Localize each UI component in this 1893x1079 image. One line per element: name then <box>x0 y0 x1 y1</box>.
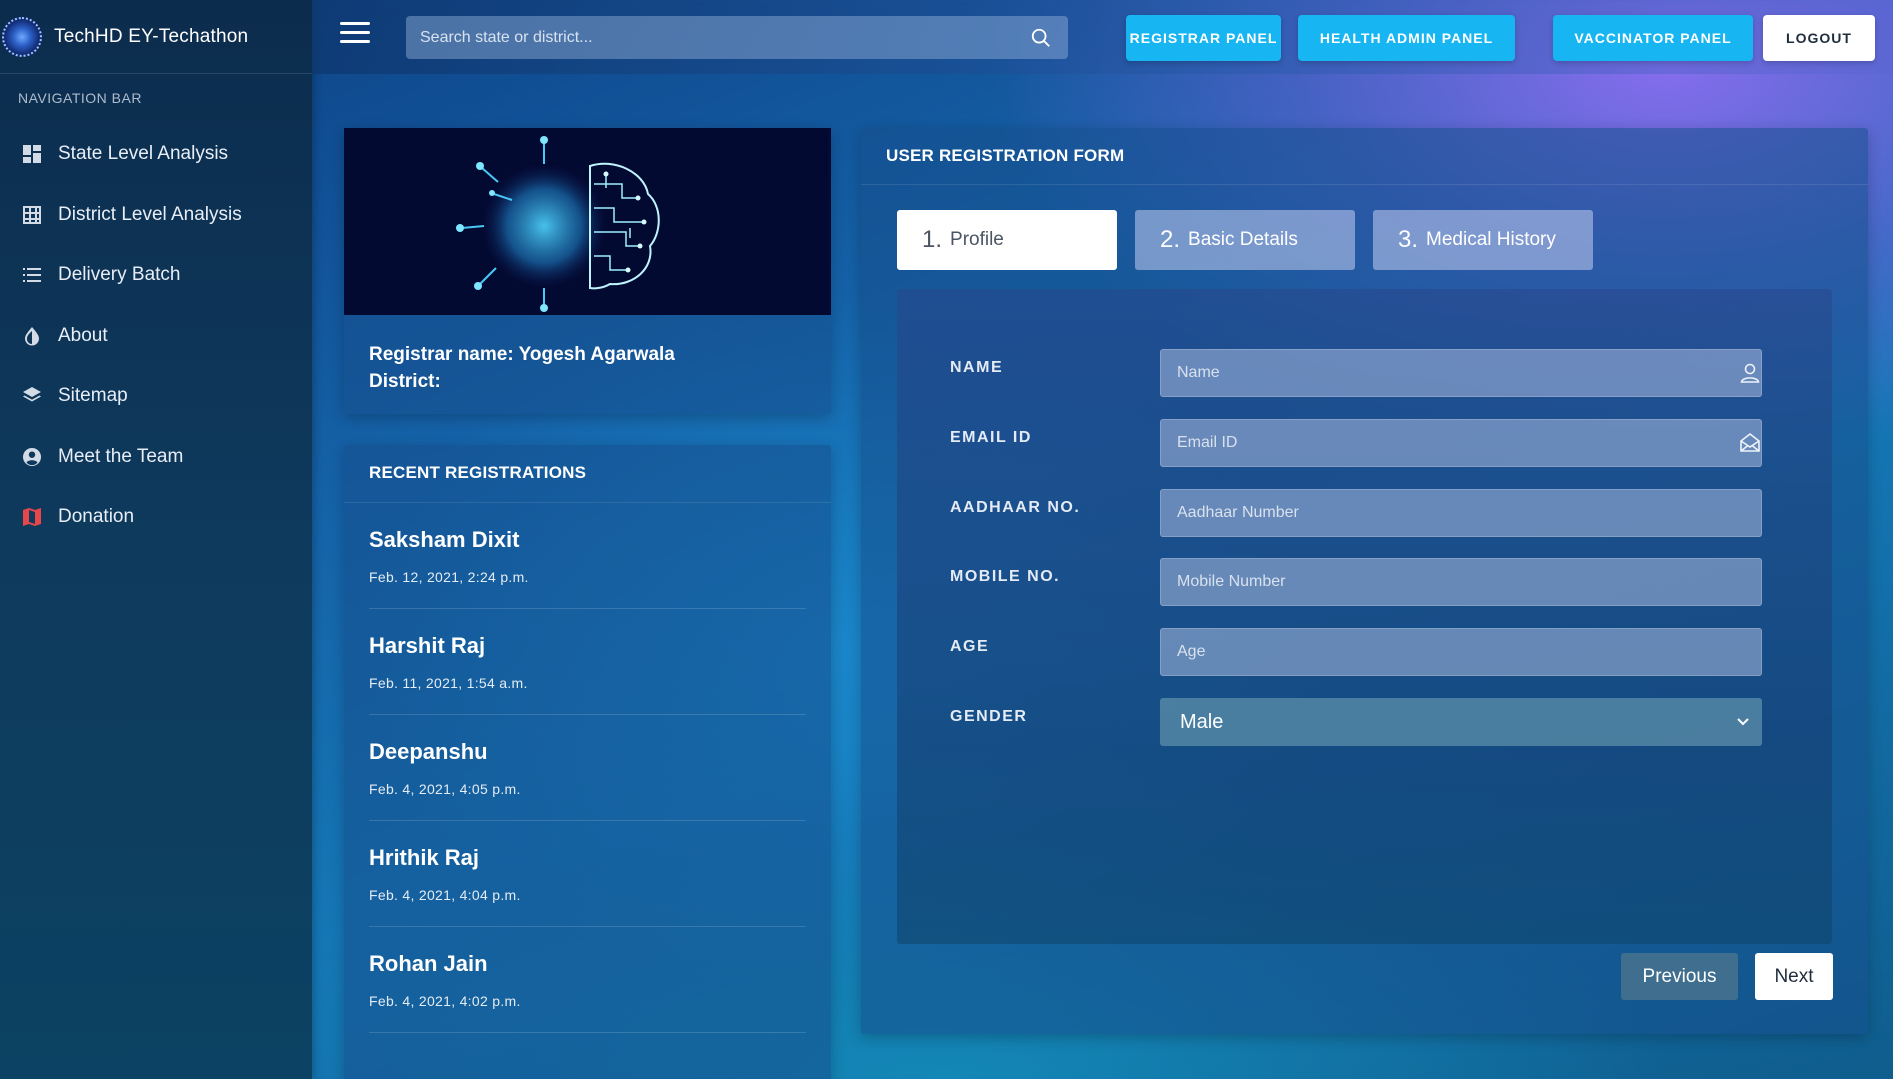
form-title: USER REGISTRATION FORM <box>861 128 1868 185</box>
brand-logo <box>2 16 42 57</box>
tab-number: 1. <box>922 226 943 253</box>
list-item[interactable]: Hrithik Raj Feb. 4, 2021, 4:04 p.m. <box>369 821 806 927</box>
app-title: TechHD EY-Techathon <box>54 25 249 47</box>
sidebar-item-label: About <box>58 324 108 346</box>
chevron-down-icon <box>1737 718 1749 726</box>
logout-button[interactable]: LOGOUT <box>1763 15 1875 61</box>
recent-registrations-card: RECENT REGISTRATIONS Saksham Dixit Feb. … <box>344 445 831 1079</box>
sidebar-item-label: Meet the Team <box>58 445 184 467</box>
list-item[interactable]: Saksham Dixit Feb. 12, 2021, 2:24 p.m. <box>369 503 806 609</box>
health-admin-panel-button[interactable]: HEALTH ADMIN PANEL <box>1298 15 1515 61</box>
recent-registrations-title: RECENT REGISTRATIONS <box>344 445 831 503</box>
registrant-name: Deepanshu <box>369 739 488 764</box>
age-label: AGE <box>950 638 990 655</box>
sidebar-item-state-level-analysis[interactable]: State Level Analysis <box>0 124 312 185</box>
aadhaar-field[interactable] <box>1160 489 1762 537</box>
next-button[interactable]: Next <box>1755 953 1833 1000</box>
registrant-name: Saksham Dixit <box>369 527 520 552</box>
search-input[interactable] <box>406 16 1068 59</box>
age-row: AGE <box>950 628 1780 676</box>
tab-label: Profile <box>950 229 1004 250</box>
sidebar-item-delivery-batch[interactable]: Delivery Batch <box>0 245 312 306</box>
table-icon <box>20 203 44 227</box>
sidebar-item-label: State Level Analysis <box>58 143 229 165</box>
vaccinator-panel-button[interactable]: VACCINATOR PANEL <box>1553 15 1753 61</box>
tab-basic-details[interactable]: 2. Basic Details <box>1135 210 1355 270</box>
mobile-field[interactable] <box>1160 558 1762 606</box>
search-icon[interactable] <box>1030 27 1052 49</box>
sidebar-item-district-level-analysis[interactable]: District Level Analysis <box>0 185 312 246</box>
previous-button[interactable]: Previous <box>1621 953 1738 1000</box>
nav-caption: NAVIGATION BAR <box>18 90 142 106</box>
covid-brain-illustration <box>344 128 831 315</box>
email-field[interactable] <box>1160 419 1762 467</box>
name-field[interactable] <box>1160 349 1762 397</box>
mobile-label: MOBILE NO. <box>950 568 1061 585</box>
gender-selected-value: Male <box>1180 710 1224 733</box>
menu-toggle-icon[interactable] <box>340 22 370 46</box>
registrant-name: Hrithik Raj <box>369 845 480 870</box>
sidebar-item-label: Donation <box>58 506 135 528</box>
profile-form-panel: NAME EMAIL ID AADHAAR NO. MOBILE NO. AGE… <box>897 289 1832 944</box>
sidebar-item-label: Sitemap <box>58 385 128 407</box>
registrar-name: Registrar name: Yogesh Agarwala <box>369 344 675 365</box>
registration-time: Feb. 12, 2021, 2:24 p.m. <box>369 569 529 585</box>
mobile-row: MOBILE NO. <box>950 558 1780 606</box>
tab-number: 2. <box>1160 226 1181 253</box>
tab-label: Basic Details <box>1188 229 1298 250</box>
name-row: NAME <box>950 349 1780 397</box>
sidebar-item-label: District Level Analysis <box>58 203 242 225</box>
registration-time: Feb. 4, 2021, 4:04 p.m. <box>369 887 521 903</box>
registrar-panel-button[interactable]: REGISTRAR PANEL <box>1126 15 1281 61</box>
tab-profile[interactable]: 1. Profile <box>897 210 1117 270</box>
contrast-icon <box>20 324 44 348</box>
age-field[interactable] <box>1160 628 1762 676</box>
list-item[interactable]: Deepanshu Feb. 4, 2021, 4:05 p.m. <box>369 715 806 821</box>
tab-label: Medical History <box>1426 229 1556 250</box>
layers-icon <box>20 384 44 408</box>
list-item[interactable]: Harshit Raj Feb. 11, 2021, 1:54 a.m. <box>369 609 806 715</box>
registration-time: Feb. 4, 2021, 4:05 p.m. <box>369 781 521 797</box>
user-circle-icon <box>20 445 44 469</box>
registration-time: Feb. 4, 2021, 4:02 p.m. <box>369 993 521 1009</box>
map-icon <box>20 505 44 529</box>
tab-number: 3. <box>1398 226 1419 253</box>
search-box <box>406 16 1068 59</box>
tab-medical-history[interactable]: 3. Medical History <box>1373 210 1593 270</box>
gender-select[interactable]: Male <box>1160 698 1762 746</box>
brand[interactable]: TechHD EY-Techathon <box>0 0 312 74</box>
registration-time: Feb. 11, 2021, 1:54 a.m. <box>369 675 528 691</box>
email-row: EMAIL ID <box>950 419 1780 467</box>
sidebar: TechHD EY-Techathon NAVIGATION BAR State… <box>0 0 312 1079</box>
aadhaar-row: AADHAAR NO. <box>950 489 1780 537</box>
list-icon <box>20 263 44 287</box>
sidebar-item-about[interactable]: About <box>0 306 312 367</box>
registrar-district: District: <box>369 371 441 392</box>
user-icon <box>1740 363 1760 383</box>
email-label: EMAIL ID <box>950 429 1032 446</box>
form-steps: 1. Profile 2. Basic Details 3. Medical H… <box>897 210 1611 270</box>
gender-row: GENDER Male <box>950 698 1780 746</box>
registrant-name: Rohan Jain <box>369 951 488 976</box>
sidebar-item-meet-the-team[interactable]: Meet the Team <box>0 427 312 488</box>
sidebar-item-donation[interactable]: Donation <box>0 487 312 548</box>
name-label: NAME <box>950 359 1004 376</box>
envelope-open-icon <box>1740 432 1760 452</box>
registrant-name: Harshit Raj <box>369 633 486 658</box>
registrar-card: Registrar name: Yogesh Agarwala District… <box>344 128 831 414</box>
aadhaar-label: AADHAAR NO. <box>950 499 1081 516</box>
gender-label: GENDER <box>950 708 1028 725</box>
registration-form-card: USER REGISTRATION FORM 1. Profile 2. Bas… <box>861 128 1868 1034</box>
sidebar-item-label: Delivery Batch <box>58 264 181 286</box>
sidebar-item-sitemap[interactable]: Sitemap <box>0 366 312 427</box>
list-item[interactable]: Rohan Jain Feb. 4, 2021, 4:02 p.m. <box>369 927 806 1033</box>
topbar: REGISTRAR PANEL HEALTH ADMIN PANEL VACCI… <box>312 0 1893 74</box>
dashboard-icon <box>20 142 44 166</box>
